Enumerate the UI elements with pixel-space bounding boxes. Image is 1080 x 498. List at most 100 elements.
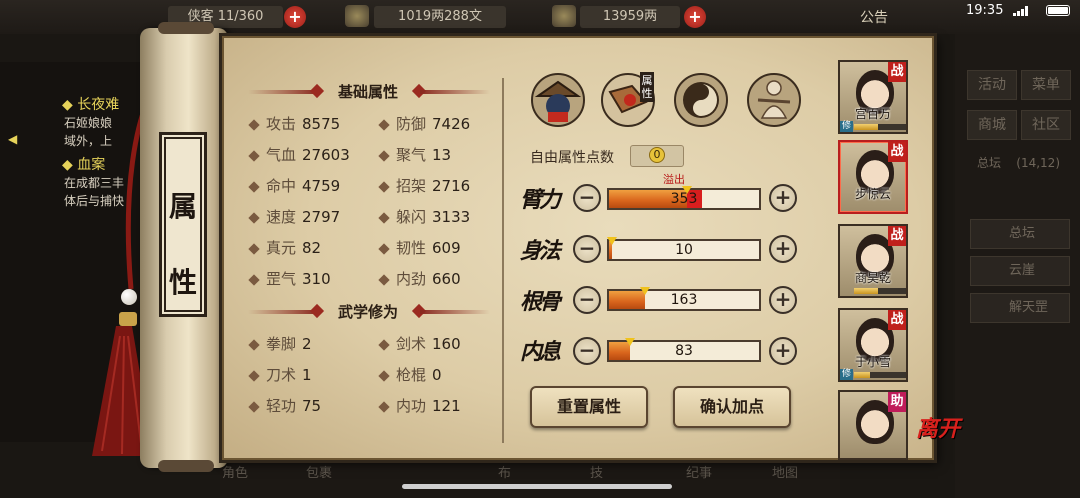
bottom-menu-item[interactable]: 角色 [222,462,248,481]
hero-card[interactable]: 宫百万 战 修 [838,60,908,134]
stat-speed: 速度 2797 [248,206,340,228]
status-clock: 19:35 [966,3,1004,18]
menu-activity-button[interactable]: 活动 [967,70,1017,100]
nav-item[interactable]: 解天罡 [970,293,1070,323]
breath-value: 83 [675,343,693,359]
cultivation-bar [854,372,906,378]
hero-name: 步惊云 [854,187,891,201]
decrease-breath-button[interactable]: − [573,337,601,365]
panel-divider [502,78,504,443]
stat-attack: 攻击 8575 [248,113,340,135]
confirm-points-button[interactable]: 确认加点 [673,386,791,428]
attr-name-strength: 臂力 [520,187,561,213]
scroll-title-char: 性 [168,266,197,299]
basic-attributes-header: 基础属性 [248,80,490,104]
free-points-value: 0 [649,147,665,163]
gold-clasp-icon [119,312,137,326]
right-side-menu: 活动 菜单 商城 社区 总坛 (14,12) 总坛 云崖 解天罡 [955,34,1080,498]
hero-name: 于小雪 [854,355,891,369]
bottom-menu-item[interactable]: 包裹 [306,462,332,481]
stat-true-essence: 真元 82 [248,237,321,259]
assist-badge: 助 [888,392,906,412]
menu-community-button[interactable]: 社区 [1021,110,1071,140]
add-silver-button[interactable]: + [684,6,706,28]
add-stamina-button[interactable]: + [284,6,306,28]
quest-text: 石姬娘娘 域外，上 [64,116,113,148]
scroll-cap [158,22,214,34]
increase-agility-button[interactable]: + [769,235,797,263]
hero-name: 宫百万 [854,107,891,121]
decrease-agility-button[interactable]: − [573,235,601,263]
attribute-tab-label: 属性 [640,72,654,102]
constitution-value: 163 [670,292,698,308]
stat-gather-qi: 聚气 13 [378,144,451,166]
attr-name-constitution: 根骨 [520,289,561,315]
scroll-title-char: 属 [168,190,197,223]
stat-fist: 拳脚 2 [248,333,312,355]
quest-title[interactable]: ◆ 血案 [62,154,105,174]
reset-attributes-button[interactable]: 重置属性 [530,386,648,428]
increase-constitution-button[interactable]: + [769,286,797,314]
scroll-cap [158,460,214,472]
gold-ingot-icon [552,5,576,27]
stat-spear: 枪棍 0 [378,364,442,386]
increase-breath-button[interactable]: + [769,337,797,365]
stat-dodge: 躲闪 3133 [378,206,470,228]
scroll-title-plaque: 属 性 [159,132,207,317]
decrease-constitution-button[interactable]: − [573,286,601,314]
copper-coin-icon [345,5,369,27]
increase-strength-button[interactable]: + [769,184,797,212]
hero-card-selected[interactable]: 步惊云 战 [838,140,908,214]
menu-main-button[interactable]: 菜单 [1021,70,1071,100]
strength-value: 353 [670,191,698,207]
home-indicator[interactable] [402,484,672,489]
quest-title[interactable]: ◆ 长夜难 [62,94,119,114]
copper-counter: 1019两288文 [374,6,506,28]
stat-sword: 剑术 160 [378,333,461,355]
decrease-strength-button[interactable]: − [573,184,601,212]
bagua-tab-icon[interactable] [673,72,729,128]
silver-counter: 13959两 [580,6,680,28]
stat-inner-force: 内劲 660 [378,268,461,290]
stat-hit: 命中 4759 [248,175,340,197]
overflow-label: 溢出 [663,173,685,186]
cultivation-bar [854,124,906,130]
martial-cultivation-header: 武学修为 [248,300,490,324]
agility-bar: 10 [607,237,761,261]
hero-name: 商昊乾 [854,271,891,285]
notice-button[interactable]: 公告 [860,7,888,27]
battle-badge: 战 [888,62,906,82]
bottom-menu-item[interactable]: 布 [498,462,511,481]
leave-button[interactable]: 离开 [916,418,960,470]
stat-internal-art: 内功 121 [378,395,461,417]
battery-icon [1046,5,1070,16]
bottom-menu-item[interactable]: 技 [590,462,603,481]
attr-name-breath: 内息 [520,339,561,365]
stat-defense: 防御 7426 [378,113,470,135]
nav-item[interactable]: 云崖 [970,256,1070,286]
stat-gang-qi: 罡气 310 [248,268,331,290]
hero-card[interactable]: 于小雪 战 修 [838,308,908,382]
menu-shop-button[interactable]: 商城 [967,110,1017,140]
stat-hp: 气血 27603 [248,144,350,166]
signal-icon [1013,6,1028,16]
meridian-tab-icon[interactable] [746,72,802,128]
equipment-tab-icon[interactable] [530,72,586,128]
collapse-arrow-icon[interactable]: ◀ [8,132,22,150]
jade-bead-icon [121,289,137,305]
stat-parry: 招架 2716 [378,175,470,197]
location-label: 总坛 (14,12) [977,156,1060,170]
bottom-menu-item[interactable]: 纪事 [686,462,712,481]
stat-tenacity: 韧性 609 [378,237,461,259]
hero-card[interactable]: 商昊乾 战 [838,224,908,298]
free-points-label: 自由属性点数 [530,150,614,166]
attr-name-agility: 身法 [520,238,561,264]
nav-item[interactable]: 总坛 [970,219,1070,249]
battle-badge: 战 [888,310,906,330]
hero-card[interactable]: 助 [838,390,908,460]
constitution-bar: 163 [607,287,761,311]
agility-value: 10 [675,242,693,258]
bottom-menu-item[interactable]: 地图 [772,462,798,481]
stat-blade: 刀术 1 [248,364,312,386]
breath-bar: 83 [607,338,761,362]
